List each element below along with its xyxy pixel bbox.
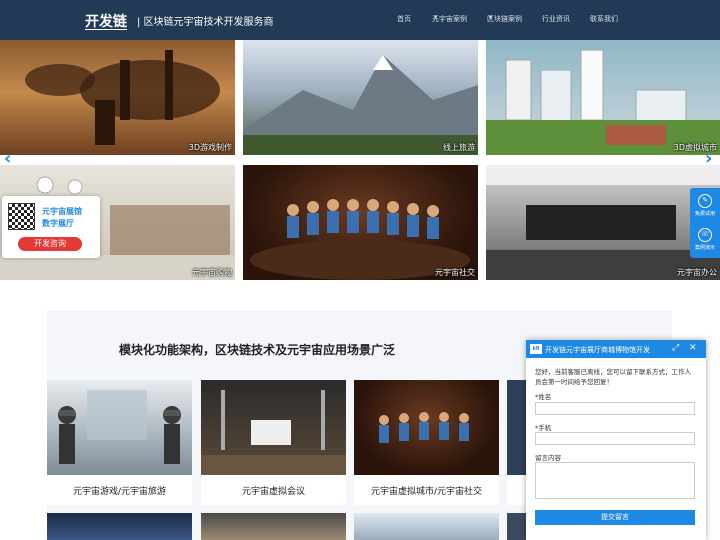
tile-label: 元宇宙办公 <box>677 268 717 277</box>
gallery-next-button[interactable]: › <box>705 148 712 169</box>
message-textarea[interactable] <box>535 462 695 499</box>
close-icon[interactable]: ✕ <box>689 343 697 353</box>
nav-industry-news[interactable]: 行业资讯 <box>542 14 570 24</box>
chat-widget: kfl 开发链元宇宙展厅商城博物馆开发 ⤢ ✕ 您好，当前客服已离线，您可以留下… <box>526 340 706 540</box>
case-card-image-row2[interactable] <box>507 513 526 540</box>
chat-header: kfl 开发链元宇宙展厅商城博物馆开发 ⤢ ✕ <box>526 340 706 358</box>
qr-card-line1: 元宇宙展馆 <box>42 207 82 216</box>
gallery-tile-metaverse-office[interactable]: 元宇宙办公 <box>486 165 720 280</box>
case-demo-label: 案例演示 <box>694 245 715 251</box>
case-card-image <box>354 380 499 475</box>
nav-contact-us[interactable]: 联系我们 <box>590 14 618 24</box>
submit-message-button[interactable]: 提交留言 <box>535 510 695 525</box>
chevron-down-icon: ▾ <box>489 14 493 21</box>
chat-offline-message: 您好，当前客服已离线，您可以留下联系方式，工作人员会第一时间给予您回复！ <box>535 368 691 386</box>
tile-label: 3D游戏制作 <box>188 143 232 152</box>
case-demo-button[interactable]: ☏ 案例演示 <box>690 228 720 251</box>
chevron-down-icon: ▾ <box>434 14 438 21</box>
tile-artwork <box>243 55 478 155</box>
case-card-image <box>47 380 192 475</box>
site-logo[interactable]: 开发链 <box>85 11 127 31</box>
side-float-bar: ✎ 免费试用 ☏ 案例演示 <box>690 188 720 258</box>
case-card-image-row2[interactable] <box>201 513 346 540</box>
case-card-image <box>507 380 526 475</box>
nav-metaverse-cases-label: 元宇宙案例 <box>432 15 467 23</box>
card-artwork <box>58 390 181 464</box>
card-artwork <box>201 390 346 475</box>
gallery-prev-button[interactable]: ‹ <box>4 148 11 169</box>
name-label: *姓名 <box>535 393 552 401</box>
tile-label: 线上旅游 <box>443 143 475 152</box>
phone-icon: ☏ <box>698 228 712 242</box>
chat-icon: ✎ <box>698 194 712 208</box>
case-card[interactable]: 元宇宙游戏/元宇宙旅游 <box>47 380 192 505</box>
name-field[interactable] <box>535 402 695 415</box>
phone-field[interactable] <box>535 432 695 445</box>
tile-label: 元宇宙购物 <box>192 268 232 277</box>
qr-card-line2: 数字展厅 <box>42 219 74 228</box>
phone-label: *手机 <box>535 424 552 432</box>
tile-artwork <box>486 49 720 155</box>
gallery-tile-online-travel[interactable]: 线上旅游 <box>243 40 478 155</box>
nav-home[interactable]: 首页 <box>397 14 411 24</box>
case-card-image <box>201 380 346 475</box>
chat-logo: kfl <box>530 344 542 354</box>
qr-consult-card: 元宇宙展馆 数字展厅 开发咨询 <box>2 196 100 258</box>
section-title: 模块化功能架构，区块链技术及元宇宙应用场景广泛 <box>118 343 395 357</box>
gallery-tile-metaverse-social[interactable]: 元宇宙社交 <box>243 165 478 280</box>
free-trial-label: 免费试用 <box>694 211 715 217</box>
case-card-image-row2[interactable] <box>354 513 499 540</box>
message-label: 留言内容 <box>535 454 561 462</box>
case-card[interactable]: 元宇宙虚拟城市/元宇宙社交 <box>354 380 499 505</box>
case-card-partial[interactable] <box>507 380 526 505</box>
tile-artwork <box>486 165 720 280</box>
case-card-image-row2[interactable] <box>47 513 192 540</box>
tile-label: 元宇宙社交 <box>435 268 475 277</box>
site-header: 开发链 | 区块链元宇宙技术开发服务商 首页 元宇宙案例 ▾ 区块链案例 ▾ 行业资… <box>0 0 720 40</box>
chat-title: 开发链元宇宙展厅商城博物馆开发 <box>545 346 650 354</box>
tile-artwork <box>250 199 470 280</box>
case-card-title: 元宇宙游戏/元宇宙旅游 <box>72 487 167 497</box>
gallery-tile-3d-game[interactable]: 3D游戏制作 <box>0 40 235 155</box>
tile-artwork <box>25 50 220 145</box>
case-card-title: 元宇宙虚拟会议 <box>241 487 305 497</box>
qr-code-icon <box>8 203 35 230</box>
gallery-tile-virtual-city[interactable]: 3D虚拟城市 <box>486 40 720 155</box>
site-tagline: | 区块链元宇宙技术开发服务商 <box>137 17 274 28</box>
expand-icon[interactable]: ⤢ <box>672 343 679 353</box>
case-card-title: 元宇宙虚拟城市/元宇宙社交 <box>370 487 483 497</box>
consult-button[interactable]: 开发咨询 <box>18 237 82 251</box>
nav-blockchain-cases-label: 区块链案例 <box>487 15 522 23</box>
card-artwork <box>379 412 469 443</box>
free-trial-button[interactable]: ✎ 免费试用 <box>690 194 720 217</box>
case-card[interactable]: 元宇宙虚拟会议 <box>201 380 346 505</box>
